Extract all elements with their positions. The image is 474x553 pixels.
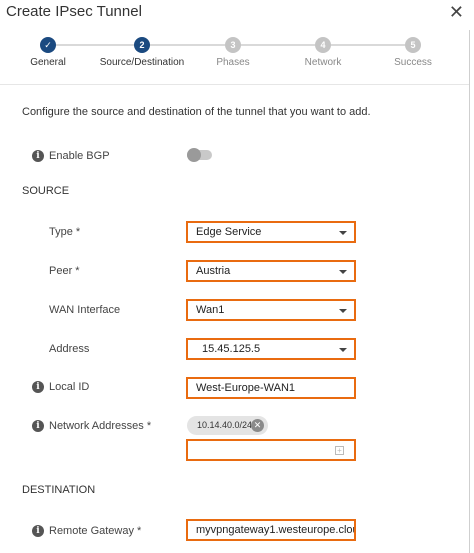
step-5-label: Success (394, 57, 432, 68)
step-connector (241, 44, 315, 46)
remote-gateway-label: Remote Gateway * (49, 525, 142, 537)
chip-remove-icon[interactable]: ✕ (251, 419, 264, 432)
type-value: Edge Service (196, 226, 262, 238)
network-addresses-label: Network Addresses * (49, 420, 152, 432)
type-label: Type * (49, 226, 81, 238)
step-connector (331, 44, 405, 46)
type-select[interactable]: Edge Service (186, 221, 356, 243)
toggle-knob (187, 148, 201, 162)
destination-section-title: DESTINATION (22, 484, 96, 496)
remote-gateway-input[interactable]: myvpngateway1.westeurope.cloudapp.azure.… (186, 519, 356, 541)
address-value: 15.45.125.5 (202, 343, 261, 355)
step-1-check-icon[interactable]: ✓ (40, 37, 56, 53)
peer-label: Peer * (49, 265, 80, 277)
intro-text: Configure the source and destination of … (22, 106, 371, 118)
step-connector (150, 44, 225, 46)
step-2-marker[interactable]: 2 (134, 37, 150, 53)
wan-interface-value: Wan1 (196, 304, 225, 316)
scrollbar-track[interactable] (469, 30, 470, 553)
dialog-header: Create IPsec Tunnel ✕ (0, 0, 474, 30)
source-section-title: SOURCE (22, 185, 70, 197)
close-icon[interactable]: ✕ (449, 1, 464, 23)
info-icon[interactable]: i (32, 150, 44, 162)
local-id-input[interactable]: West-Europe-WAN1 (186, 377, 356, 399)
add-icon[interactable]: + (335, 446, 344, 455)
info-icon[interactable]: i (32, 381, 44, 393)
chip-label: 10.14.40.0/24 (197, 420, 253, 430)
remote-gateway-value: myvpngateway1.westeurope.cloudapp.azure.… (196, 524, 354, 536)
info-icon[interactable]: i (32, 525, 44, 537)
step-connector (56, 44, 134, 46)
address-select[interactable]: 15.45.125.5 (186, 338, 356, 360)
local-id-value: West-Europe-WAN1 (196, 382, 296, 394)
network-addresses-input[interactable]: + (186, 439, 356, 461)
enable-bgp-toggle[interactable] (187, 148, 212, 162)
step-3-marker: 3 (225, 37, 241, 53)
local-id-label: Local ID (49, 381, 90, 393)
stepper-divider (0, 84, 469, 85)
step-1-label[interactable]: General (30, 57, 66, 68)
chevron-down-icon (339, 309, 347, 313)
dialog-title: Create IPsec Tunnel (6, 3, 142, 20)
step-3-label: Phases (216, 57, 250, 68)
chevron-down-icon (339, 231, 347, 235)
enable-bgp-label: Enable BGP (49, 150, 110, 162)
info-icon[interactable]: i (32, 420, 44, 432)
step-2-label[interactable]: Source/Destination (100, 57, 185, 68)
wan-interface-label: WAN Interface (49, 304, 121, 316)
network-address-chip: 10.14.40.0/24 ✕ (187, 416, 268, 435)
wan-interface-select[interactable]: Wan1 (186, 299, 356, 321)
peer-select[interactable]: Austria (186, 260, 356, 282)
chevron-down-icon (339, 270, 347, 274)
address-label: Address (49, 343, 90, 355)
step-4-marker: 4 (315, 37, 331, 53)
step-5-marker: 5 (405, 37, 421, 53)
peer-value: Austria (196, 265, 231, 277)
step-4-label: Network (304, 57, 342, 68)
chevron-down-icon (339, 348, 347, 352)
